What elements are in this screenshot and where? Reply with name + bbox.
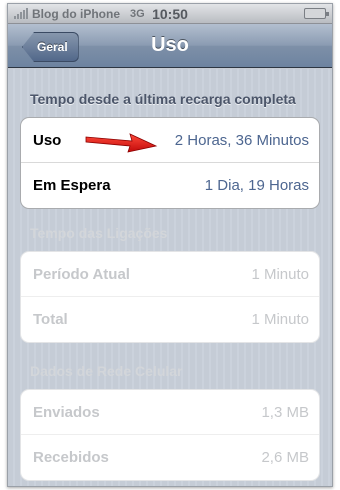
recharge-group: Uso 2 Horas, 36 Minutos Em Espera 1 Dia,… bbox=[20, 117, 320, 209]
section-header-recharge: Tempo desde a última recarga completa bbox=[30, 91, 296, 107]
page-title: Uso bbox=[151, 34, 189, 56]
current-period-row: Período Atual 1 Minuto bbox=[21, 252, 319, 297]
row-label: Recebidos bbox=[33, 449, 109, 466]
sent-row: Enviados 1,3 MB bbox=[21, 390, 319, 435]
row-label: Total bbox=[33, 311, 68, 328]
cellular-group: Enviados 1,3 MB Recebidos 2,6 MB bbox=[20, 389, 320, 481]
row-value: 1 Minuto bbox=[251, 265, 309, 283]
row-value: 2,6 MB bbox=[261, 449, 309, 466]
standby-row: Em Espera 1 Dia, 19 Horas bbox=[21, 163, 319, 208]
status-time: 10:50 bbox=[152, 6, 188, 22]
row-value: 1,3 MB bbox=[261, 403, 309, 421]
row-value: 2 Horas, 36 Minutos bbox=[174, 131, 309, 149]
calls-group: Período Atual 1 Minuto Total 1 Minuto bbox=[20, 251, 320, 343]
section-header-cellular: Dados de Rede Celular bbox=[30, 363, 183, 379]
row-label: Período Atual bbox=[33, 265, 130, 283]
status-bar: Blog do iPhone 3G 10:50 bbox=[8, 4, 332, 24]
section-header-calls: Tempo das Ligações bbox=[30, 225, 168, 241]
row-label: Em Espera bbox=[33, 177, 111, 194]
navigation-bar: Geral Uso bbox=[8, 24, 332, 68]
red-arrow-icon bbox=[85, 133, 158, 153]
usage-row: Uso 2 Horas, 36 Minutos bbox=[21, 118, 319, 163]
row-label: Uso bbox=[33, 131, 62, 149]
total-row: Total 1 Minuto bbox=[21, 297, 319, 342]
battery-icon bbox=[304, 8, 329, 19]
phone-screen: Blog do iPhone 3G 10:50 Geral Uso Tempo … bbox=[7, 3, 333, 487]
row-value: 1 Dia, 19 Horas bbox=[204, 177, 309, 194]
received-row: Recebidos 2,6 MB bbox=[21, 435, 319, 480]
settings-content[interactable]: Tempo desde a última recarga completa Us… bbox=[8, 69, 332, 486]
row-value: 1 Minuto bbox=[251, 311, 309, 328]
back-button[interactable]: Geral bbox=[22, 32, 79, 62]
row-label: Enviados bbox=[33, 403, 100, 421]
